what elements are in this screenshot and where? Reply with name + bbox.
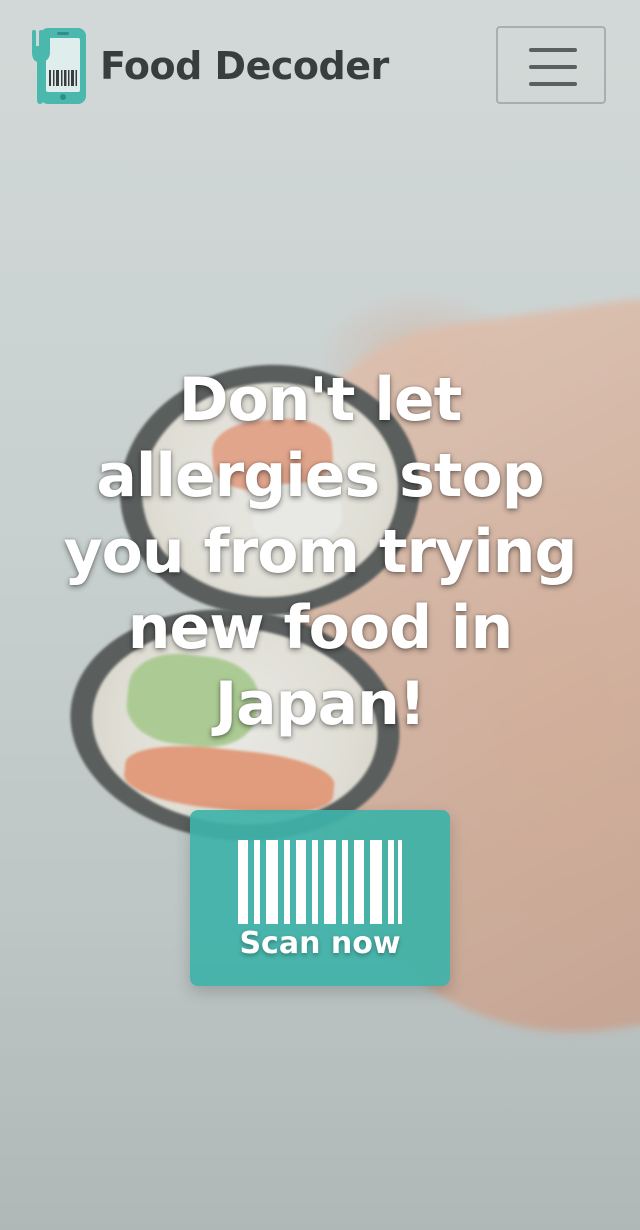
hamburger-menu-button[interactable] bbox=[496, 26, 606, 104]
scan-now-label: Scan now bbox=[239, 926, 401, 961]
scan-now-button[interactable]: Scan now bbox=[190, 810, 450, 986]
brand-logo-link[interactable] bbox=[32, 26, 90, 106]
landing-page: Food Decoder Don't let allergies stop yo… bbox=[0, 0, 640, 1230]
phone-fork-barcode-icon bbox=[32, 28, 86, 104]
barcode-icon bbox=[238, 840, 402, 924]
brand-name[interactable]: Food Decoder bbox=[100, 40, 389, 92]
hero-headline: Don't let allergies stop you from trying… bbox=[63, 365, 578, 739]
top-navbar: Food Decoder bbox=[0, 0, 640, 132]
